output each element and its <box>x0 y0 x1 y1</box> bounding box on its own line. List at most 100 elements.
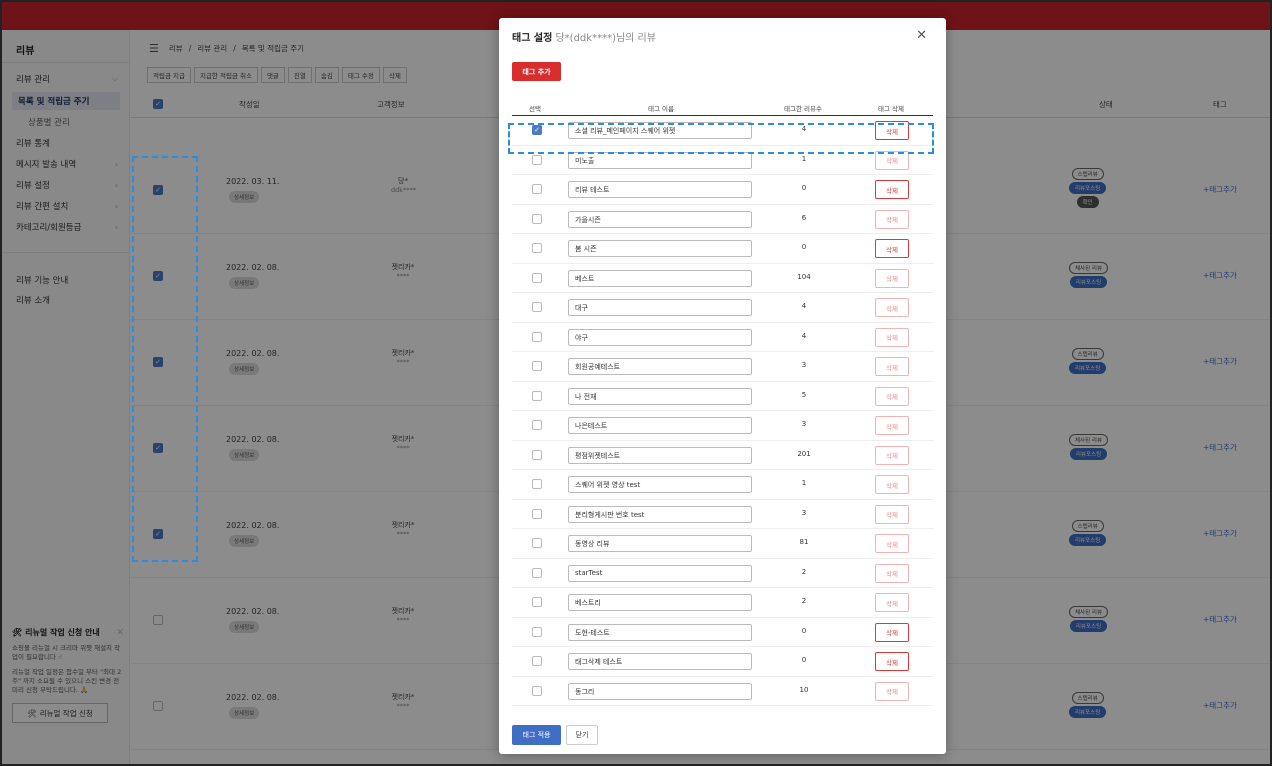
tag-review-count: 201 <box>797 449 811 458</box>
tag-checkbox[interactable] <box>532 154 542 165</box>
tag-row: starTest 2 삭제 <box>512 559 933 588</box>
tag-checkbox[interactable] <box>532 272 542 283</box>
tag-name-input[interactable]: 야구 <box>568 328 752 346</box>
tag-name-input[interactable]: 회원공예테스트 <box>568 358 752 375</box>
delete-tag-button[interactable]: 삭제 <box>875 357 909 376</box>
delete-tag-button[interactable]: 삭제 <box>875 622 909 642</box>
tag-name-input[interactable]: 평점위젯테스트 <box>568 446 752 464</box>
delete-tag-button[interactable]: 삭제 <box>875 268 909 288</box>
tag-checkbox[interactable] <box>532 567 542 578</box>
tag-review-count: 0 <box>801 656 807 664</box>
tag-checkbox[interactable] <box>532 213 542 224</box>
tag-review-count: 4 <box>801 302 807 310</box>
modal-title: 태그 설정 당*(ddk****)님의 리뷰 <box>512 33 656 44</box>
delete-tag-button[interactable]: 삭제 <box>875 386 909 406</box>
tag-name-input[interactable]: 미노출 <box>568 151 752 169</box>
tag-checkbox[interactable] <box>532 243 542 253</box>
tag-row: 평점위젯테스트 201 삭제 <box>512 441 933 470</box>
tag-review-count: 3 <box>801 361 807 369</box>
tag-review-count: 0 <box>801 243 807 251</box>
header-tag-count: 태그한 리뷰수 <box>784 105 822 113</box>
tag-checkbox[interactable] <box>532 449 542 460</box>
tag-row: 나 전재 5 삭제 <box>512 382 933 411</box>
tag-review-count: 81 <box>799 538 809 546</box>
tag-row: 베스트리 2 삭제 <box>512 588 933 618</box>
tag-name-input[interactable]: 나 전재 <box>568 387 752 405</box>
tag-review-count: 6 <box>801 213 807 222</box>
tag-row: 가을시즌 6 삭제 <box>512 205 933 234</box>
tag-row: 나은테스트 3 삭제 <box>512 411 933 441</box>
tag-name-input[interactable]: 태그삭제 테스트 <box>568 653 752 670</box>
apply-tag-button[interactable]: 태그 적용 <box>512 725 561 745</box>
header-select: 선택 <box>529 105 541 113</box>
row-highlight <box>508 123 934 154</box>
delete-tag-button[interactable]: 삭제 <box>875 298 909 317</box>
tag-row: 동그리 10 삭제 <box>512 677 933 706</box>
tag-name-input[interactable]: 대구 <box>568 299 752 316</box>
close-button[interactable]: 닫기 <box>566 725 598 745</box>
tag-checkbox[interactable] <box>532 685 542 696</box>
delete-tag-button[interactable]: 삭제 <box>875 652 909 671</box>
tag-name-input[interactable]: 리뷰 테스트 <box>568 181 752 198</box>
tag-checkbox[interactable] <box>532 626 542 637</box>
tag-review-count: 3 <box>801 508 807 517</box>
tag-name-input[interactable]: 동영상 리뷰 <box>568 535 752 552</box>
delete-tag-button[interactable]: 삭제 <box>875 475 909 494</box>
tag-name-input[interactable]: 스퀘어 위젯 영상 test <box>568 476 752 493</box>
tag-name-input[interactable]: 도현-테스트 <box>568 623 752 641</box>
close-icon[interactable]: ✕ <box>916 28 927 43</box>
tag-table: 선택 태그 이름 태그한 리뷰수 태그 삭제 ✓ 소셜 리뷰_메인페이지 스퀘어 … <box>512 100 933 706</box>
delete-tag-button[interactable]: 삭제 <box>875 534 909 553</box>
delete-tag-button[interactable]: 삭제 <box>875 445 909 465</box>
delete-tag-button[interactable]: 삭제 <box>875 180 909 199</box>
tag-name-input[interactable]: 베스트리 <box>568 594 752 611</box>
tag-checkbox[interactable] <box>532 656 542 666</box>
tag-name-input[interactable]: starTest <box>568 564 752 582</box>
tag-review-count: 104 <box>797 272 811 281</box>
tag-row: 야구 4 삭제 <box>512 323 933 352</box>
tag-checkbox[interactable] <box>532 479 542 489</box>
delete-tag-button[interactable]: 삭제 <box>875 504 909 524</box>
delete-tag-button[interactable]: 삭제 <box>875 416 909 435</box>
tag-review-count: 1 <box>801 154 807 163</box>
tag-review-count: 4 <box>801 331 807 340</box>
tag-review-count: 3 <box>801 420 807 428</box>
header-tag-delete: 태그 삭제 <box>878 105 904 113</box>
tag-checkbox[interactable] <box>532 508 542 519</box>
delete-tag-button[interactable]: 삭제 <box>875 327 909 347</box>
tag-checkbox[interactable] <box>532 184 542 194</box>
delete-tag-button[interactable]: 삭제 <box>875 239 909 258</box>
app-window: 리뷰 리뷰 관리 ⌵ 목록 및 적립금 주기 상품별 관리 리뷰 통계 메시지 … <box>0 0 1272 766</box>
tag-row: 리뷰 테스트 0 삭제 <box>512 175 933 205</box>
tag-checkbox[interactable] <box>532 420 542 430</box>
tag-name-input[interactable]: 베스트 <box>568 269 752 287</box>
delete-tag-button[interactable]: 삭제 <box>875 593 909 612</box>
tag-review-count: 5 <box>801 390 807 399</box>
tag-table-header: 선택 태그 이름 태그한 리뷰수 태그 삭제 <box>512 100 933 116</box>
tag-row: 대구 4 삭제 <box>512 293 933 323</box>
tag-review-count: 2 <box>801 567 807 576</box>
add-tag-button[interactable]: 태그 추가 <box>512 62 561 81</box>
tag-review-count: 0 <box>801 184 807 192</box>
tag-name-input[interactable]: 동그리 <box>568 682 752 700</box>
tag-checkbox[interactable] <box>532 331 542 342</box>
tag-name-input[interactable]: 가을시즌 <box>568 210 752 228</box>
tag-checkbox[interactable] <box>532 538 542 548</box>
modal-subtitle: 당*(ddk****)님의 리뷰 <box>555 33 656 44</box>
tag-checkbox[interactable] <box>532 361 542 371</box>
tag-row: 스퀘어 위젯 영상 test 1 삭제 <box>512 470 933 500</box>
tag-name-input[interactable]: 나은테스트 <box>568 417 752 434</box>
tag-name-input[interactable]: 분리형게시판 번호 test <box>568 505 752 523</box>
tag-checkbox[interactable] <box>532 390 542 401</box>
tag-name-input[interactable]: 봄 시즌 <box>568 240 752 257</box>
tag-row: 봄 시즌 0 삭제 <box>512 234 933 264</box>
tag-row: 분리형게시판 번호 test 3 삭제 <box>512 500 933 529</box>
tag-review-count: 1 <box>801 479 807 487</box>
delete-tag-button[interactable]: 삭제 <box>875 209 909 229</box>
tag-checkbox[interactable] <box>532 597 542 607</box>
tag-checkbox[interactable] <box>532 302 542 312</box>
tag-review-count: 0 <box>801 626 807 635</box>
delete-tag-button[interactable]: 삭제 <box>875 563 909 583</box>
delete-tag-button[interactable]: 삭제 <box>875 681 909 701</box>
tag-row: 회원공예테스트 3 삭제 <box>512 352 933 382</box>
